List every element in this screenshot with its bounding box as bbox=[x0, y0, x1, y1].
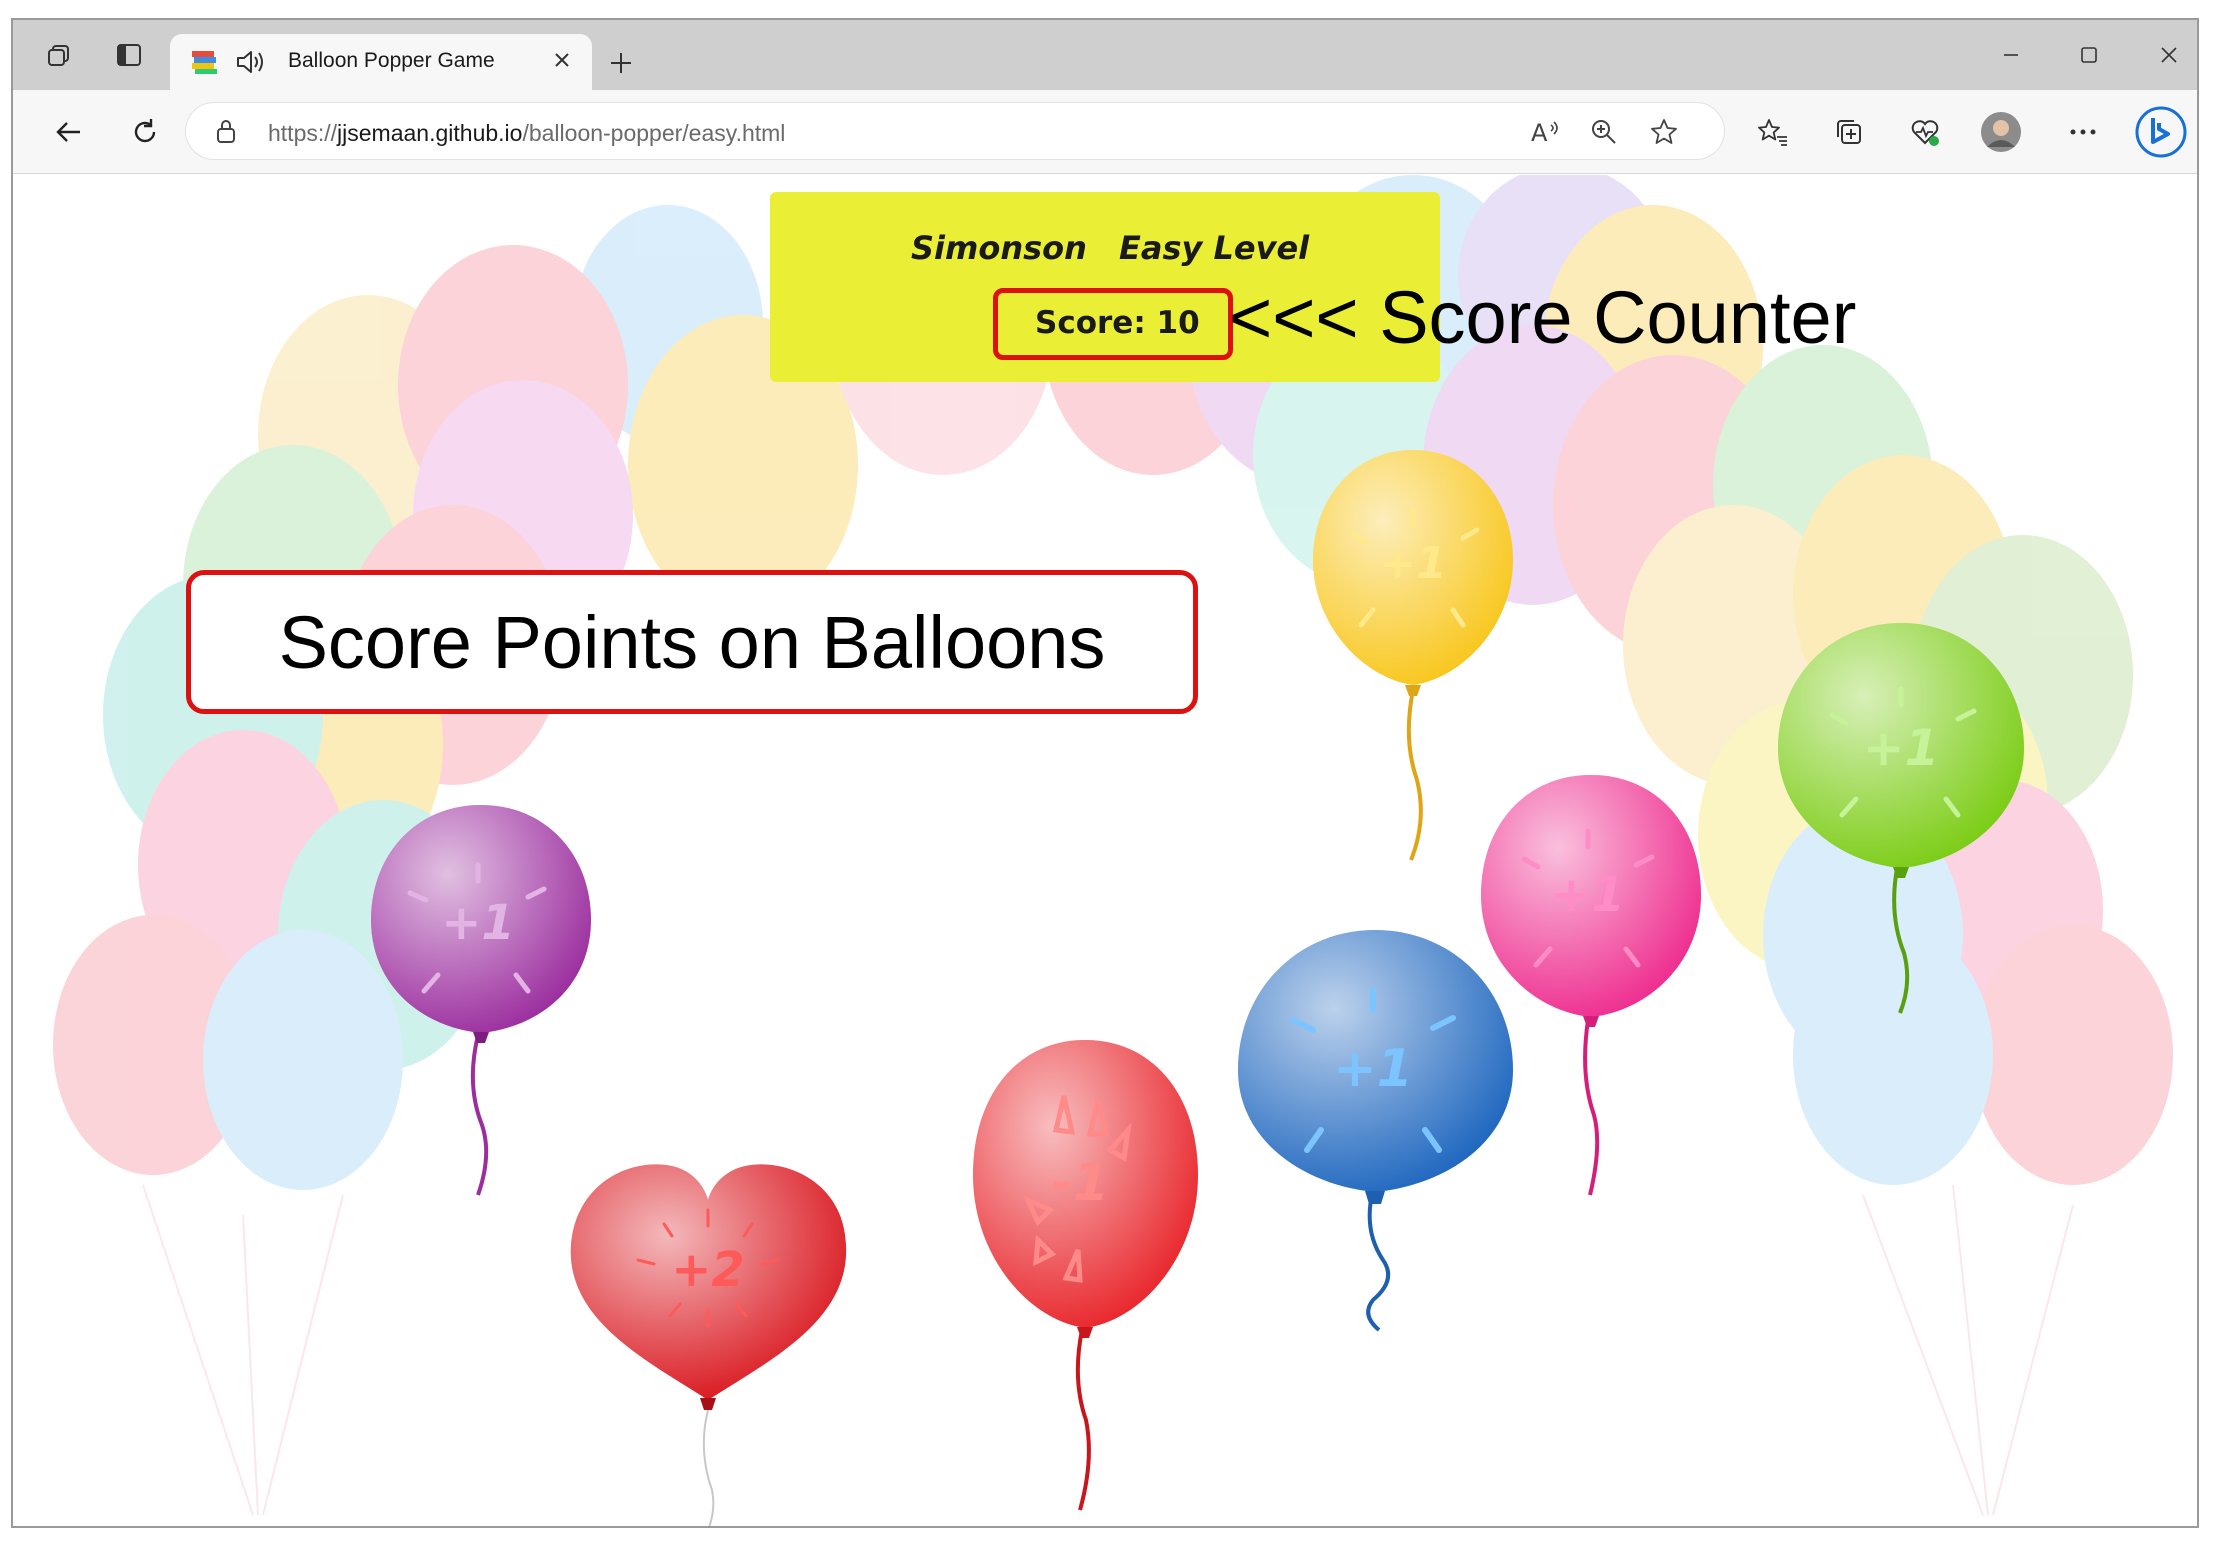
browser-health-icon[interactable] bbox=[1899, 106, 1951, 158]
minimize-icon[interactable] bbox=[1981, 30, 2041, 80]
balloon-green[interactable]: +1 bbox=[1776, 623, 2026, 1043]
bing-copilot-icon[interactable] bbox=[2135, 106, 2187, 158]
favorites-icon[interactable] bbox=[1747, 106, 1799, 158]
tab-balloon-popper[interactable]: Balloon Popper Game bbox=[170, 34, 592, 90]
back-icon[interactable] bbox=[43, 106, 95, 158]
svg-text:A: A bbox=[1531, 119, 1548, 147]
address-bar[interactable]: https://jjsemaan.github.io/balloon-poppe… bbox=[185, 102, 1725, 160]
balloon-yellow-label: +1 bbox=[1379, 538, 1446, 589]
workspaces-icon[interactable] bbox=[29, 20, 89, 90]
score-counter-annotation: <<< Score Counter bbox=[1229, 276, 1857, 359]
more-icon[interactable] bbox=[2057, 106, 2109, 158]
maximize-icon[interactable] bbox=[2059, 30, 2119, 80]
favicon-icon bbox=[190, 48, 220, 81]
url-path: /balloon-popper/easy.html bbox=[522, 120, 786, 146]
balloon-heart[interactable]: +2 bbox=[566, 1160, 851, 1528]
balloon-purple[interactable]: +1 bbox=[366, 805, 596, 1225]
new-tab-icon[interactable] bbox=[598, 40, 644, 86]
lock-icon[interactable] bbox=[214, 117, 238, 150]
balloon-blue-label: +1 bbox=[1333, 1039, 1413, 1099]
refresh-icon[interactable] bbox=[119, 106, 171, 158]
browser-toolbar: https://jjsemaan.github.io/balloon-poppe… bbox=[13, 90, 2197, 174]
speaker-icon[interactable] bbox=[234, 48, 266, 81]
balloon-red[interactable]: -1 bbox=[968, 1040, 1203, 1528]
score-counter: Score: 10 bbox=[1035, 305, 1200, 341]
read-aloud-icon[interactable]: A bbox=[1522, 108, 1570, 156]
balloon-purple-label: +1 bbox=[441, 895, 515, 951]
collections-icon[interactable] bbox=[1823, 106, 1875, 158]
zoom-icon[interactable] bbox=[1580, 108, 1628, 156]
player-name: Simonson bbox=[911, 229, 1087, 267]
url-text[interactable]: https://jjsemaan.github.io/balloon-poppe… bbox=[268, 120, 785, 147]
close-tab-icon[interactable] bbox=[544, 42, 580, 78]
favorite-star-icon[interactable] bbox=[1640, 108, 1688, 156]
url-host: jjsemaan.github.io bbox=[337, 120, 523, 146]
balloon-pink-label: +1 bbox=[1551, 867, 1625, 923]
game-page: Simonson Easy Level Score: 10 <<< Score … bbox=[13, 175, 2197, 1528]
tab-actions-icon[interactable] bbox=[99, 20, 159, 90]
balloon-heart-label: +2 bbox=[671, 1242, 745, 1298]
close-window-icon[interactable] bbox=[2139, 30, 2197, 80]
balloon-red-label: -1 bbox=[1051, 1153, 1109, 1213]
level-label: Easy Level bbox=[1119, 229, 1310, 267]
score-points-annotation: Score Points on Balloons bbox=[278, 600, 1106, 684]
profile-avatar[interactable] bbox=[1975, 106, 2027, 158]
url-prefix: https:// bbox=[268, 120, 338, 146]
balloon-blue[interactable]: +1 bbox=[1233, 930, 1518, 1350]
tab-bar: Balloon Popper Game bbox=[13, 20, 2197, 90]
score-points-annotation-box: Score Points on Balloons bbox=[186, 570, 1198, 714]
browser-window: Balloon Popper Game https://jjsemaan.git… bbox=[11, 18, 2199, 1528]
balloon-green-label: +1 bbox=[1863, 719, 1940, 777]
tab-title: Balloon Popper Game bbox=[288, 49, 495, 72]
